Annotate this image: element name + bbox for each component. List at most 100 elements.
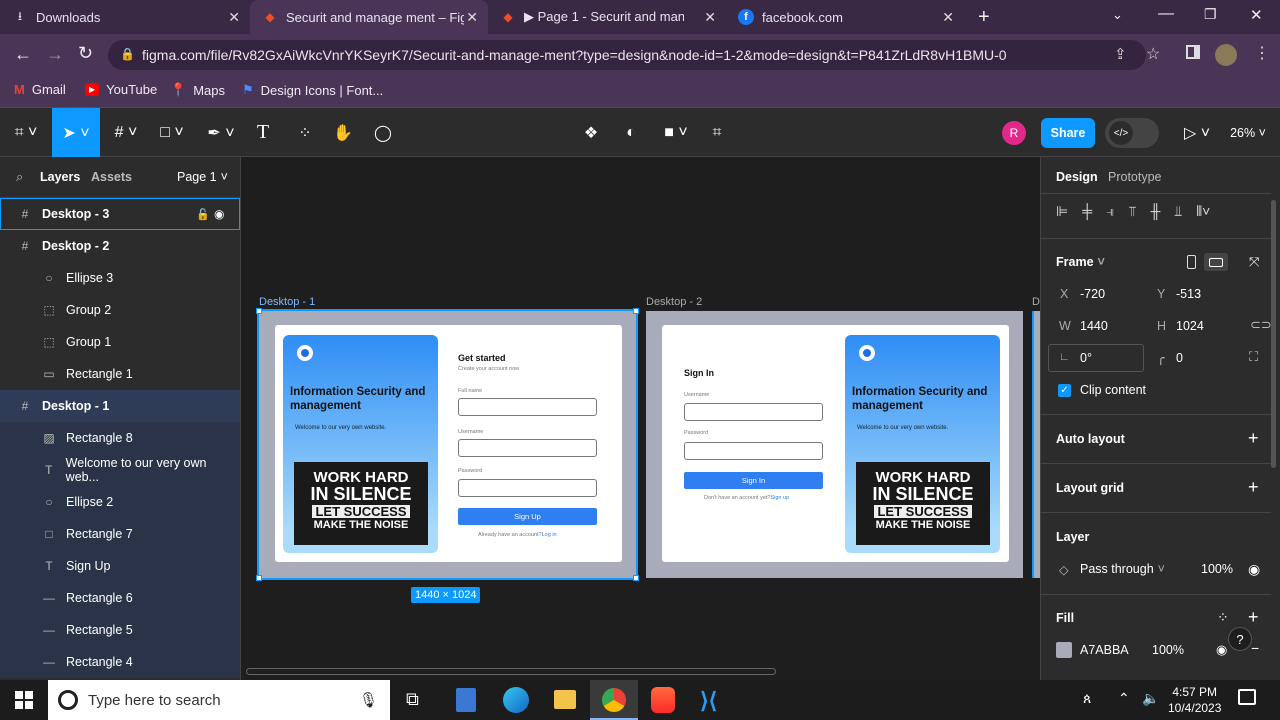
username-input[interactable]: [684, 403, 823, 421]
username-input[interactable]: [458, 439, 597, 457]
notifications-icon[interactable]: [1238, 689, 1256, 705]
avatar[interactable]: R: [1002, 108, 1026, 157]
radius-input[interactable]: 0: [1176, 351, 1183, 365]
password-input[interactable]: [684, 442, 823, 460]
layer-row[interactable]: ⬚ Group 2: [0, 294, 240, 326]
add-auto-layout-icon[interactable]: +: [1248, 428, 1259, 449]
fill-hex-input[interactable]: A7ABBA: [1080, 643, 1129, 657]
component-icon[interactable]: ❖: [578, 108, 604, 157]
layer-row[interactable]: T Sign Up: [0, 550, 240, 582]
frame-desktop-1[interactable]: Information Security and management Welc…: [257, 309, 638, 580]
chrome-taskbar-button[interactable]: [590, 680, 638, 720]
main-menu-icon[interactable]: ⌗ ˅: [8, 108, 44, 157]
close-icon[interactable]: ✕: [466, 9, 478, 26]
share-button[interactable]: Share: [1041, 118, 1095, 148]
hand-tool-icon[interactable]: ✋: [330, 108, 356, 157]
constrain-proportions-icon[interactable]: ⊂⊃: [1250, 317, 1272, 333]
address-bar[interactable]: 🔒 figma.com/file/Rv82GxAiWkcVnrYKSeyrK7/…: [108, 40, 1146, 70]
search-icon[interactable]: ⌕: [16, 169, 23, 185]
tab-design[interactable]: Design: [1056, 170, 1098, 184]
boolean-icon[interactable]: ■ ˅: [658, 108, 694, 157]
help-button[interactable]: ?: [1228, 627, 1252, 651]
clock[interactable]: 4:57 PM 10/4/2023: [1168, 684, 1221, 716]
resources-icon[interactable]: ⁘: [292, 108, 318, 157]
fill-swatch[interactable]: [1056, 642, 1072, 658]
page-selector[interactable]: Page 1 ˅: [177, 170, 228, 184]
vscode-icon[interactable]: ⟩⟨: [700, 688, 717, 714]
mask-icon[interactable]: ◐: [618, 108, 644, 157]
bookmark-gmail[interactable]: M Gmail: [14, 82, 66, 97]
layer-row[interactable]: ○ Ellipse 2: [0, 486, 240, 518]
tab-downloads[interactable]: ⭳ Downloads ✕: [0, 0, 250, 34]
tab-facebook[interactable]: f facebook.com ✕: [726, 0, 964, 34]
minimize-icon[interactable]: —: [1158, 5, 1174, 23]
layer-row[interactable]: — Rectangle 5: [0, 614, 240, 646]
panel-scrollbar[interactable]: [1271, 200, 1276, 468]
windows-start-icon[interactable]: [15, 691, 33, 709]
dev-mode-toggle[interactable]: </>: [1105, 118, 1159, 148]
more-menu-icon[interactable]: ⋮: [1254, 43, 1270, 63]
width-input[interactable]: 1440: [1080, 319, 1108, 333]
bookmark-maps[interactable]: 📍 Maps: [170, 82, 225, 98]
bookmark-design-icons[interactable]: ⚑ Design Icons | Font...: [242, 82, 383, 98]
close-icon[interactable]: ✕: [704, 9, 716, 26]
chevron-down-icon[interactable]: ⌄: [1112, 7, 1123, 23]
tab-assets[interactable]: Assets: [91, 170, 132, 184]
resize-handle[interactable]: [633, 308, 639, 314]
portrait-icon[interactable]: [1187, 255, 1196, 269]
layer-row[interactable]: □ Rectangle 7: [0, 518, 240, 550]
share-page-icon[interactable]: ⇪: [1114, 45, 1127, 63]
x-input[interactable]: -720: [1080, 287, 1105, 301]
text-tool-icon[interactable]: T: [250, 108, 276, 157]
forward-icon[interactable]: →: [46, 44, 64, 65]
tab-figma-active[interactable]: ◆ Securit and manage ment – Figm ✕: [250, 0, 488, 34]
frame-preset-menu[interactable]: Frame ˅: [1056, 255, 1105, 269]
password-input[interactable]: [458, 479, 597, 497]
close-icon[interactable]: ✕: [228, 9, 240, 26]
unlock-icon[interactable]: 🔓: [196, 208, 210, 221]
pen-tool-icon[interactable]: ✒ ˅: [202, 108, 240, 157]
close-icon[interactable]: ✕: [942, 9, 954, 26]
distribute-icon[interactable]: ⫴˅: [1196, 203, 1210, 220]
frame-label[interactable]: Desktop - 1: [259, 296, 315, 308]
blend-mode-select[interactable]: Pass through ˅: [1080, 562, 1165, 576]
layer-row[interactable]: # Desktop - 1: [0, 390, 240, 422]
signup-link[interactable]: Sign up: [770, 495, 789, 501]
signin-button[interactable]: Sign In: [684, 472, 823, 489]
horizontal-scrollbar[interactable]: [246, 668, 776, 675]
side-panel-icon[interactable]: [1186, 45, 1200, 59]
tab-figma-page[interactable]: ◆ ▶ Page 1 - Securit and manage ✕: [488, 0, 726, 34]
zoom-menu[interactable]: 26% ˅: [1226, 108, 1270, 157]
edge-icon[interactable]: [503, 687, 529, 713]
restore-icon[interactable]: ❐: [1204, 6, 1217, 23]
tab-prototype[interactable]: Prototype: [1108, 170, 1162, 184]
layer-row[interactable]: — Rectangle 6: [0, 582, 240, 614]
reload-icon[interactable]: ↻: [78, 43, 93, 64]
landscape-toggle[interactable]: [1204, 253, 1228, 271]
frame-label[interactable]: Desktop - 2: [646, 296, 702, 308]
taskbar-search[interactable]: Type here to search 🎙: [48, 680, 390, 720]
move-tool-icon[interactable]: ➤ ˅: [52, 108, 100, 157]
fullname-input[interactable]: [458, 398, 597, 416]
layer-row[interactable]: # Desktop - 2: [0, 230, 240, 262]
resize-to-fit-icon[interactable]: ⤧: [1249, 254, 1259, 270]
signup-button[interactable]: Sign Up: [458, 508, 597, 525]
bookmark-star-icon[interactable]: ☆: [1146, 44, 1160, 64]
layer-row[interactable]: # Desktop - 3 🔓 ◉: [0, 198, 240, 230]
layer-row[interactable]: ▭ Rectangle 1: [0, 358, 240, 390]
resize-handle[interactable]: [256, 308, 262, 314]
eye-icon[interactable]: ◉: [1248, 561, 1260, 578]
clip-content-checkbox[interactable]: ✓: [1058, 384, 1071, 397]
resize-handle[interactable]: [256, 575, 262, 581]
independent-corners-icon[interactable]: ⛶: [1249, 349, 1258, 365]
layer-row[interactable]: — Rectangle 4: [0, 646, 240, 678]
layer-opacity-input[interactable]: 100%: [1201, 562, 1233, 576]
profile-avatar[interactable]: [1215, 44, 1237, 66]
frame-desktop-3[interactable]: [1032, 311, 1040, 578]
task-view-icon[interactable]: ⧉: [406, 689, 419, 710]
microphone-icon[interactable]: 🎙: [359, 691, 378, 709]
resize-handle[interactable]: [633, 575, 639, 581]
frame-tool-icon[interactable]: # ˅: [108, 108, 144, 157]
y-input[interactable]: -513: [1176, 287, 1201, 301]
height-input[interactable]: 1024: [1176, 319, 1204, 333]
